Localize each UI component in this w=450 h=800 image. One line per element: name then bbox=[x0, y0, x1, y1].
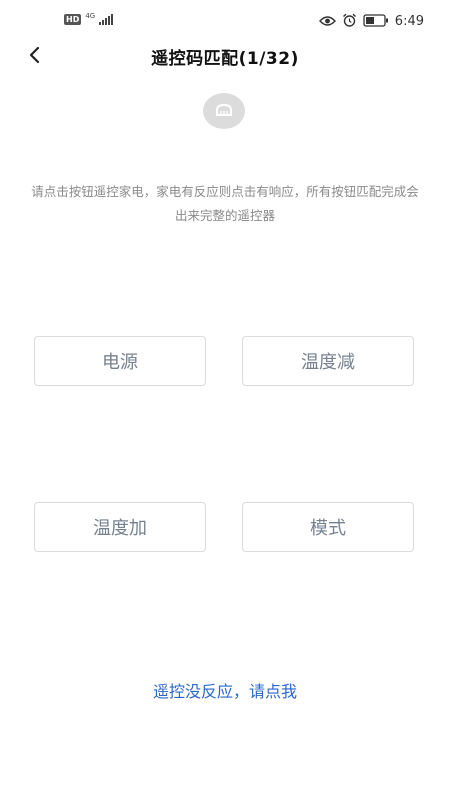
battery-icon bbox=[363, 12, 389, 31]
clock: 6:49 bbox=[394, 14, 424, 29]
mode-key-button[interactable]: 模式 bbox=[242, 502, 414, 552]
temp-up-key-button[interactable]: 温度加 bbox=[34, 502, 206, 552]
alarm-icon bbox=[342, 12, 357, 31]
ac-unit-icon bbox=[203, 93, 245, 129]
temp-down-key-button[interactable]: 温度减 bbox=[242, 336, 414, 386]
power-key-button[interactable]: 电源 bbox=[34, 336, 206, 386]
status-right: 6:49 bbox=[318, 12, 424, 31]
status-left: HD 4G bbox=[64, 11, 114, 25]
eye-icon bbox=[318, 12, 336, 31]
page-title: 遥控码匹配(1/32) bbox=[151, 49, 299, 69]
no-response-link[interactable]: 遥控没反应，请点我 bbox=[0, 678, 450, 702]
status-bar: HD 4G 6:49 bbox=[0, 0, 450, 40]
header: 遥控码匹配(1/32) bbox=[0, 38, 450, 74]
signal-icon bbox=[99, 14, 114, 25]
hd-badge: HD bbox=[64, 14, 82, 25]
instruction-text: 请点击按钮遥控家电，家电有反应则点击有响应，所有按钮匹配完成会出来完整的遥控器 bbox=[31, 184, 419, 223]
network-type: 4G bbox=[85, 11, 96, 20]
